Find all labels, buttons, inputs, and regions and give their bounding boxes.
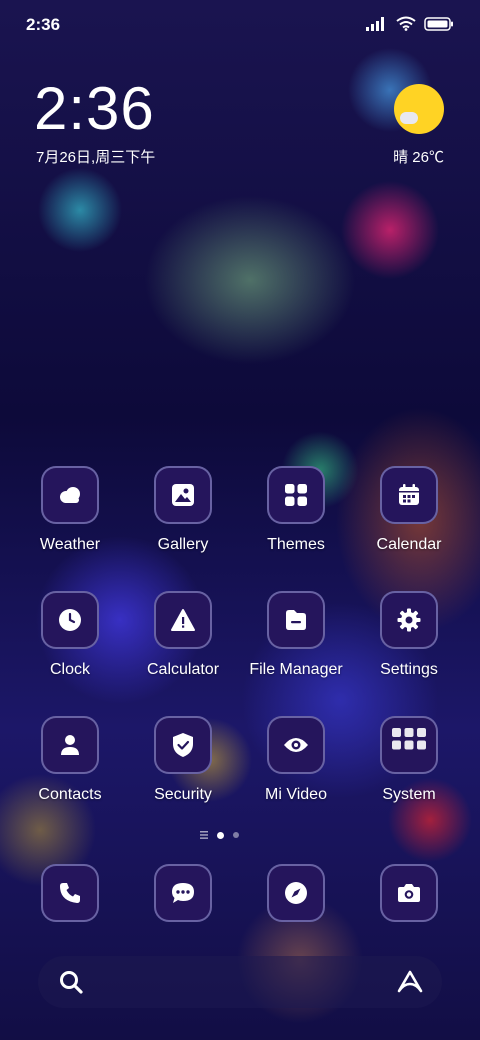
clock-widget-date[interactable]: 7月26日,周三下午 — [36, 146, 155, 167]
file-manager-icon — [284, 608, 308, 632]
themes-icon — [284, 483, 308, 507]
status-time: 2:36 — [26, 15, 61, 34]
wifi-icon — [396, 16, 416, 31]
app-label: Settings — [380, 661, 438, 678]
app-settings[interactable]: Settings — [354, 591, 464, 679]
search-bar[interactable] — [38, 956, 442, 1008]
contacts-icon — [58, 733, 82, 757]
app-calendar[interactable]: Calendar — [354, 466, 464, 554]
app-label: Calculator — [146, 661, 220, 678]
app-label: Clock — [49, 661, 90, 678]
mi-video-icon — [283, 735, 309, 755]
settings-icon — [397, 608, 421, 632]
app-contacts[interactable]: Contacts — [15, 716, 125, 804]
page-list-icon — [200, 831, 208, 839]
weather-icon — [57, 485, 83, 505]
dock-camera[interactable] — [354, 864, 464, 922]
app-file-manager[interactable]: File Manager — [241, 591, 351, 679]
app-themes[interactable]: Themes — [241, 466, 351, 554]
gallery-icon — [171, 483, 195, 507]
app-system-folder[interactable]: System — [354, 716, 464, 804]
search-icon[interactable] — [58, 969, 84, 995]
app-label: Themes — [267, 536, 325, 553]
calculator-icon — [170, 608, 196, 632]
app-calculator[interactable]: Calculator — [128, 591, 238, 679]
app-security[interactable]: Security — [128, 716, 238, 804]
status-bar: 2:36 — [0, 0, 480, 50]
clock-widget-time[interactable]: 2:36 — [34, 76, 155, 142]
page-dot — [233, 832, 239, 838]
app-gallery[interactable]: Gallery — [128, 466, 238, 554]
signal-icon — [366, 16, 388, 31]
assistant-icon[interactable] — [396, 969, 424, 995]
system-folder-icon — [389, 725, 429, 765]
browser-icon — [284, 881, 308, 905]
messages-icon — [170, 881, 196, 905]
dock-phone[interactable] — [15, 864, 125, 922]
cloud-icon — [400, 112, 418, 124]
phone-icon — [58, 881, 82, 905]
dock-messages[interactable] — [128, 864, 238, 922]
app-label: Weather — [39, 536, 101, 553]
page-dot-active — [217, 831, 224, 839]
app-label: System — [382, 786, 436, 803]
sunny-partly-cloudy-icon — [394, 84, 444, 134]
clock-icon — [58, 608, 82, 632]
weather-text: 晴 26℃ — [393, 149, 444, 166]
app-label: Mi Video — [265, 786, 327, 803]
app-label: Contacts — [38, 786, 102, 803]
calendar-icon — [397, 483, 421, 507]
app-label: Gallery — [157, 536, 209, 553]
app-clock[interactable]: Clock — [15, 591, 125, 679]
app-mi-video[interactable]: Mi Video — [241, 716, 351, 804]
app-weather[interactable]: Weather — [15, 466, 125, 554]
dock-browser[interactable] — [241, 864, 351, 922]
battery-icon — [424, 16, 454, 31]
app-label: File Manager — [249, 661, 343, 678]
app-label: Calendar — [376, 536, 442, 553]
page-indicator[interactable] — [200, 831, 239, 839]
app-label: Security — [154, 786, 212, 803]
camera-icon — [397, 882, 421, 904]
security-icon — [171, 732, 195, 758]
